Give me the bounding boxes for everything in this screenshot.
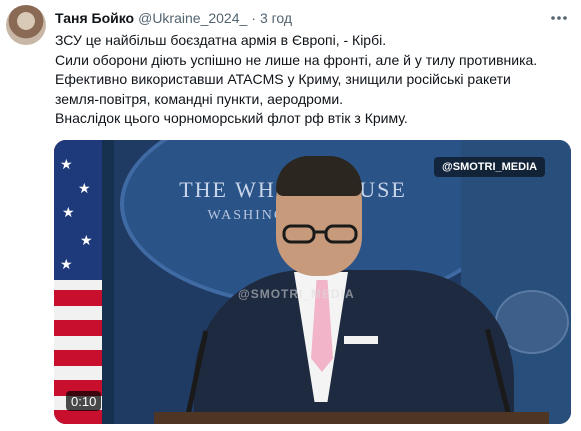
speaker-hair	[276, 156, 362, 196]
pocket-square	[344, 336, 378, 344]
separator-dot: ·	[251, 10, 256, 26]
star-icon: ★	[60, 256, 73, 272]
star-icon: ★	[62, 204, 75, 220]
glasses-icon	[282, 224, 358, 244]
center-watermark: @SMOTRI_MEDIA	[238, 287, 355, 301]
video-player[interactable]: THE WHITE HOUSE WASHINGTON ★ ★ ★ ★ ★ @SM…	[54, 140, 571, 424]
flag-canton: ★ ★ ★ ★ ★	[54, 140, 102, 280]
video-duration: 0:10	[66, 391, 102, 411]
star-icon: ★	[60, 156, 73, 172]
avatar[interactable]	[6, 5, 46, 45]
timestamp[interactable]: 3 год	[260, 10, 292, 26]
watermark-badge: @SMOTRI_MEDIA	[434, 157, 546, 177]
tweet-text-line: Внаслідок цього чорноморський флот рф вт…	[55, 110, 408, 126]
tweet-text-line: Сили оборони діють успішно не лише на фр…	[55, 51, 538, 68]
tweet-text-line: земля-повітря, командні пункти, аеродром…	[55, 90, 344, 107]
tweet-text-line: ЗСУ це найбільш боєздатна армія в Європі…	[55, 32, 387, 48]
tweet-header: Таня Бойко @Ukraine_2024_ · 3 год	[55, 8, 292, 28]
us-flag: ★ ★ ★ ★ ★	[54, 140, 102, 424]
star-icon: ★	[78, 180, 91, 196]
podium	[154, 412, 549, 424]
more-horizontal-icon[interactable]	[549, 10, 569, 26]
author-handle[interactable]: @Ukraine_2024_	[138, 10, 247, 26]
author-name[interactable]: Таня Бойко	[55, 10, 134, 26]
star-icon: ★	[80, 232, 93, 248]
tweet-text: ЗСУ це найбільш боєздатна армія в Європі…	[55, 31, 575, 129]
tweet-text-line: Ефективно використавши ATACMS у Криму, з…	[55, 71, 511, 87]
